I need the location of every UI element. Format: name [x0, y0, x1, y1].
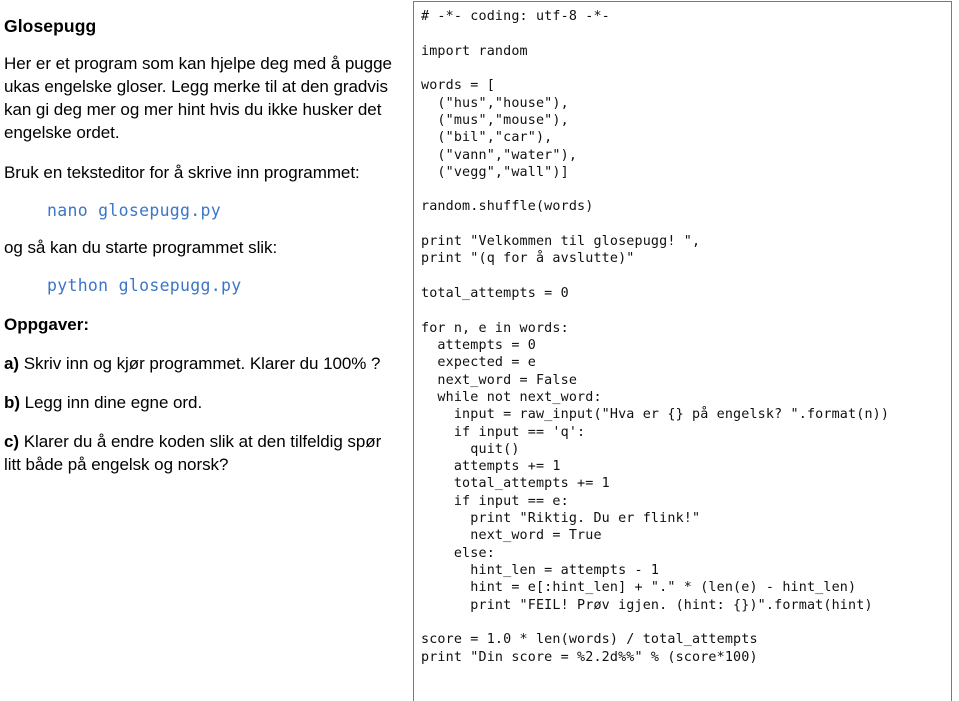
- task-item-b: b) Legg inn dine egne ord.: [0, 375, 404, 414]
- run-command-code: python glosepugg.py: [47, 275, 242, 295]
- editor-command-code: nano glosepugg.py: [47, 200, 221, 220]
- task-text-c: Klarer du å endre koden slik at den tilf…: [4, 431, 382, 474]
- editor-instruction-text: Bruk en teksteditor for å skrive inn pro…: [4, 162, 360, 182]
- python-source-code: # -*- coding: utf-8 -*- import random wo…: [421, 9, 890, 665]
- run-instruction-text: og så kan du starte programmet slik:: [4, 237, 278, 257]
- task-marker-b: b): [4, 392, 20, 412]
- task-text-b: Legg inn dine egne ord.: [19, 392, 203, 412]
- page-title: Glosepugg: [4, 16, 97, 36]
- tasks-heading: Oppgaver:: [4, 314, 90, 334]
- task-item-a: a) Skriv inn og kjør programmet. Klarer …: [0, 336, 404, 375]
- task-item-c: c) Klarer du å endre koden slik at den t…: [0, 414, 404, 476]
- task-marker-a: a): [4, 353, 20, 373]
- task-marker-c: c): [4, 431, 20, 451]
- code-panel: # -*- coding: utf-8 -*- import random wo…: [413, 1, 952, 701]
- documentation-column: Glosepugg Her er et program som kan hjel…: [0, 0, 404, 671]
- intro-paragraph: Her er et program som kan hjelpe deg med…: [4, 53, 392, 142]
- task-text-a: Skriv inn og kjør programmet. Klarer du …: [19, 353, 381, 373]
